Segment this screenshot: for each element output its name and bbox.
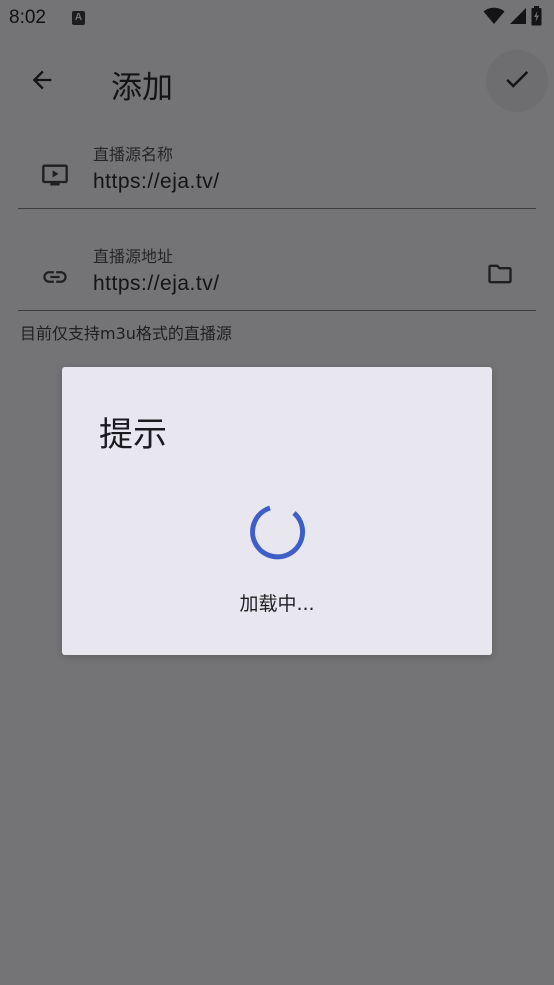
status-icons xyxy=(483,6,542,30)
wifi-icon xyxy=(483,7,505,29)
folder-button[interactable] xyxy=(484,260,516,292)
folder-icon xyxy=(486,260,514,292)
source-name-label: 直播源名称 xyxy=(93,145,174,164)
helper-text: 目前仅支持m3u格式的直播源 xyxy=(20,324,232,343)
tv-icon xyxy=(40,160,70,190)
battery-icon xyxy=(531,6,542,30)
loading-spinner-icon xyxy=(247,501,307,561)
dialog-title: 提示 xyxy=(99,415,167,455)
status-bar: 8:02 A xyxy=(0,0,554,38)
a-letter-icon: A xyxy=(72,11,85,25)
status-time: 8:02 xyxy=(9,7,46,28)
confirm-button[interactable] xyxy=(486,50,548,112)
source-url-input[interactable]: https://eja.tv/ xyxy=(93,272,220,296)
source-name-field[interactable]: 直播源名称 https://eja.tv/ xyxy=(18,134,536,209)
dialog-message: 加载中... xyxy=(239,593,315,615)
app-bar: 添加 xyxy=(0,38,554,124)
source-url-label: 直播源地址 xyxy=(93,247,174,266)
cellular-signal-icon xyxy=(509,7,527,29)
page-title: 添加 xyxy=(111,70,173,106)
source-name-input[interactable]: https://eja.tv/ xyxy=(93,170,220,194)
link-icon xyxy=(40,262,70,292)
arrow-left-icon xyxy=(28,66,56,98)
source-url-field[interactable]: 直播源地址 https://eja.tv/ xyxy=(18,236,536,311)
loading-dialog: 提示 加载中... xyxy=(62,367,492,655)
check-icon xyxy=(502,64,532,98)
back-button[interactable] xyxy=(22,62,62,102)
